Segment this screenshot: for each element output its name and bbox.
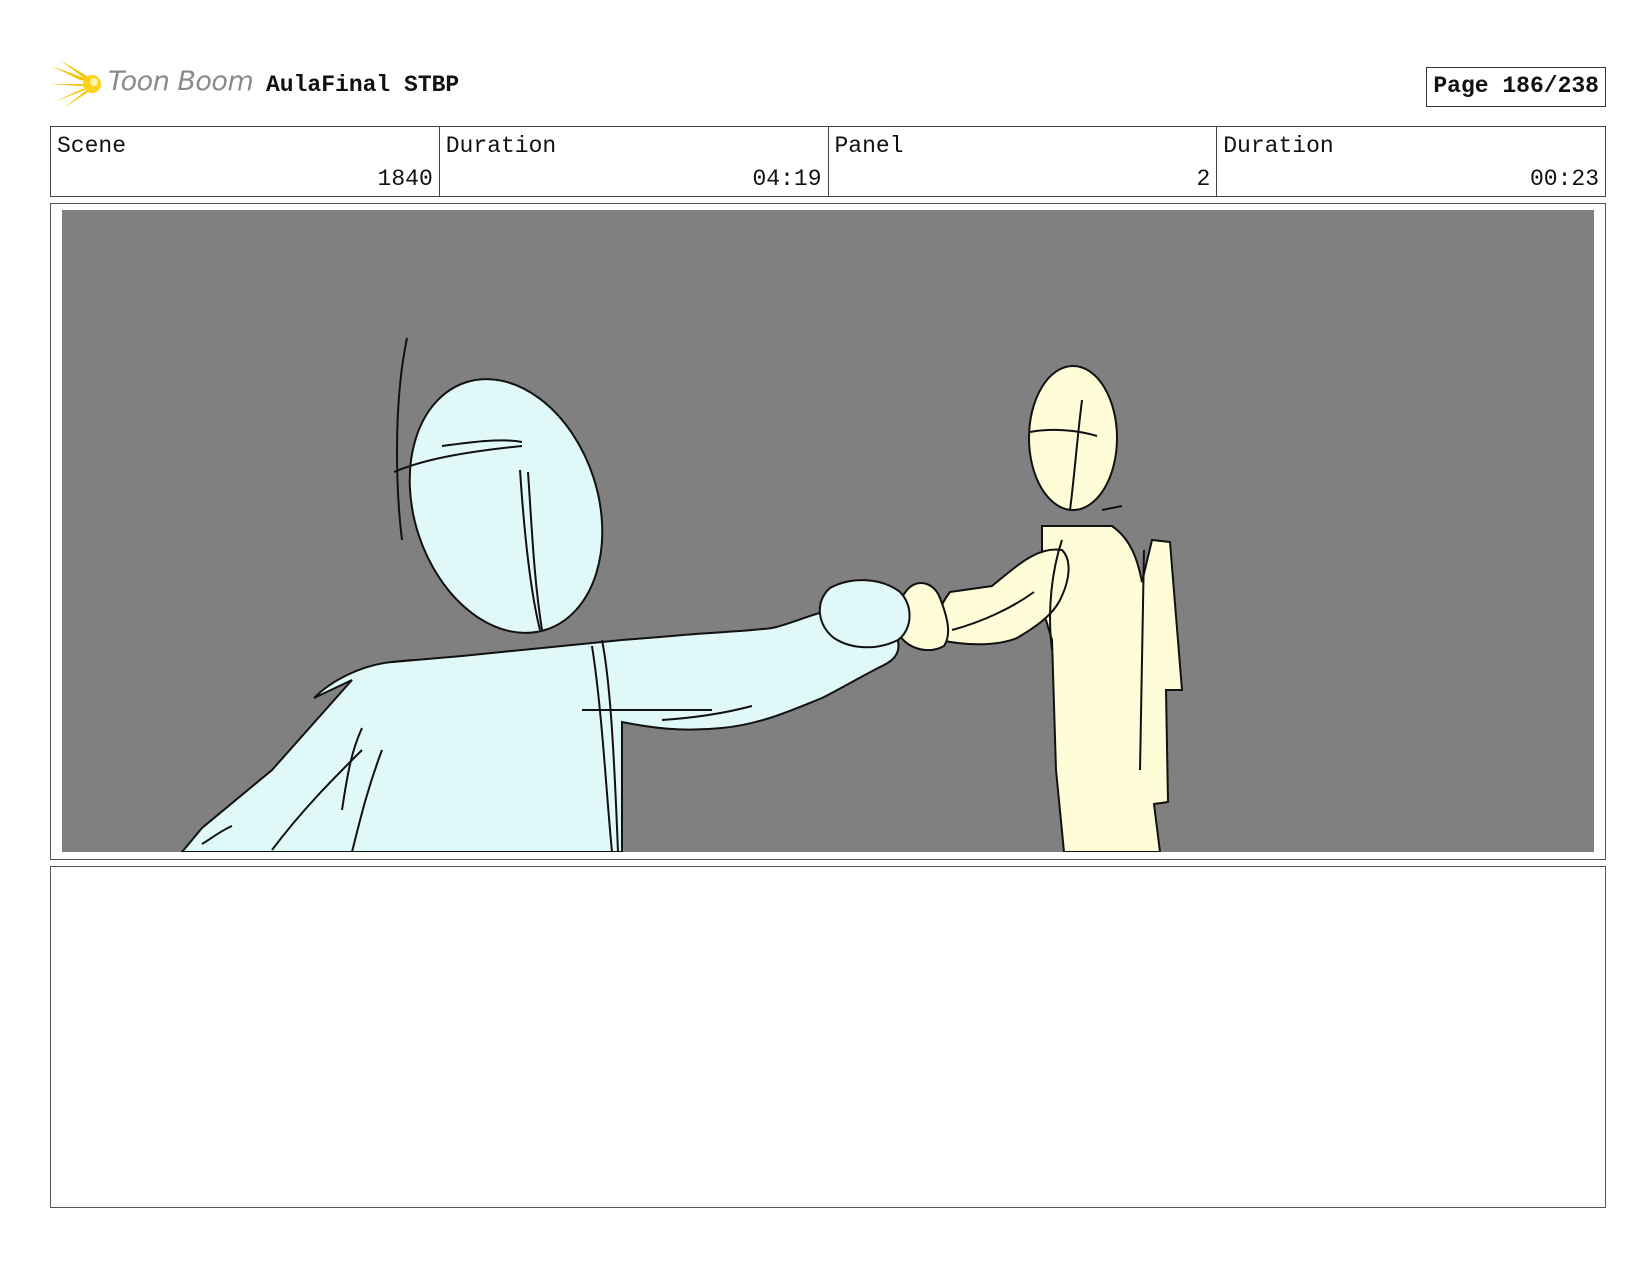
scene-label: Scene <box>57 133 127 159</box>
character-left-fist <box>818 579 911 649</box>
project-title: AulaFinal STBP <box>266 72 460 98</box>
toon-boom-logo: Toon Boom <box>50 58 254 110</box>
scene-duration-cell: Duration 04:19 <box>440 127 829 196</box>
panel-frame <box>50 203 1606 860</box>
scene-info-table: Scene 1840 Duration 04:19 Panel 2 Durati… <box>50 126 1606 197</box>
starburst-logo-icon <box>50 60 101 108</box>
logo-text: Toon Boom <box>108 66 254 97</box>
notes-box <box>50 866 1606 1208</box>
panel-duration-label: Duration <box>1223 133 1334 159</box>
scene-value: 1840 <box>377 166 433 192</box>
storyboard-sketch <box>62 210 1594 852</box>
scene-cell: Scene 1840 <box>51 127 440 196</box>
panel-value: 2 <box>1196 166 1211 192</box>
page-header: Toon Boom AulaFinal STBP Page 186/238 <box>50 58 1606 110</box>
panel-duration-cell: Duration 00:23 <box>1217 127 1605 196</box>
panel-drawing <box>62 210 1594 852</box>
scene-duration-value: 04:19 <box>752 166 822 192</box>
panel-duration-value: 00:23 <box>1529 166 1599 192</box>
panel-cell: Panel 2 <box>829 127 1218 196</box>
panel-label: Panel <box>834 133 904 159</box>
page-indicator: Page 186/238 <box>1426 67 1606 107</box>
scene-duration-label: Duration <box>445 133 557 159</box>
